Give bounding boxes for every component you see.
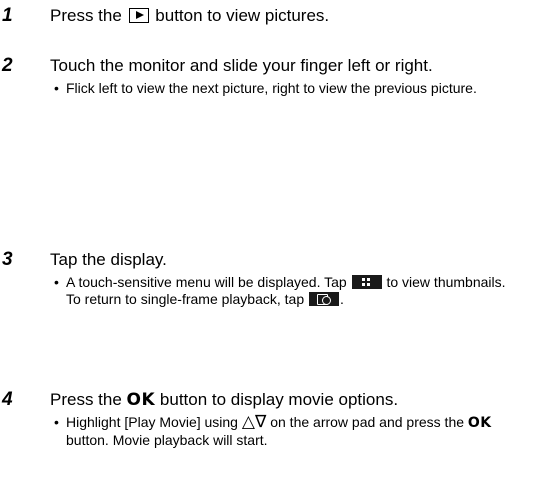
arrow-up-down-icon: △∇: [241, 412, 267, 432]
step-text-part: Press the: [50, 6, 122, 25]
bullet-text: on the arrow pad and press the: [270, 414, 465, 430]
bullet-text: .: [340, 291, 344, 307]
step-number: 3: [2, 249, 13, 270]
step-bullet: • Highlight [Play Movie] using △∇ on the…: [54, 412, 518, 449]
ok-button-label: OK: [467, 415, 492, 431]
step-bullet: • Flick left to view the next picture, r…: [54, 80, 518, 97]
ok-button-label: OK: [126, 390, 156, 410]
bullet-dot: •: [54, 80, 59, 96]
bullet-text: A touch-sensitive menu will be displayed…: [66, 274, 347, 290]
play-icon: [128, 8, 149, 24]
bullet-text: Flick left to view the next picture, rig…: [66, 80, 477, 96]
bullet-text: button. Movie playback will start.: [66, 432, 268, 448]
step-text-part: button to view pictures.: [155, 6, 330, 25]
single-frame-zoom-icon: [309, 292, 340, 307]
thumbnail-icon: [351, 275, 382, 290]
step-bullet: • A touch-sensitive menu will be display…: [54, 274, 518, 308]
step-text-part: Press the: [50, 390, 122, 409]
step-number: 4: [2, 389, 13, 410]
step-number: 2: [2, 55, 13, 76]
step-text: Touch the monitor and slide your finger …: [50, 56, 433, 75]
bullet-text: Highlight [Play Movie] using: [66, 414, 238, 430]
step-text: Tap the display.: [50, 250, 167, 269]
bullet-dot: •: [54, 414, 59, 430]
step-text: Press the OK button to display movie opt…: [50, 390, 398, 410]
step-text-part: button to display movie options.: [159, 390, 399, 409]
step-text: Press the button to view pictures.: [50, 6, 329, 26]
bullet-dot: •: [54, 274, 59, 290]
step-number: 1: [2, 5, 13, 26]
